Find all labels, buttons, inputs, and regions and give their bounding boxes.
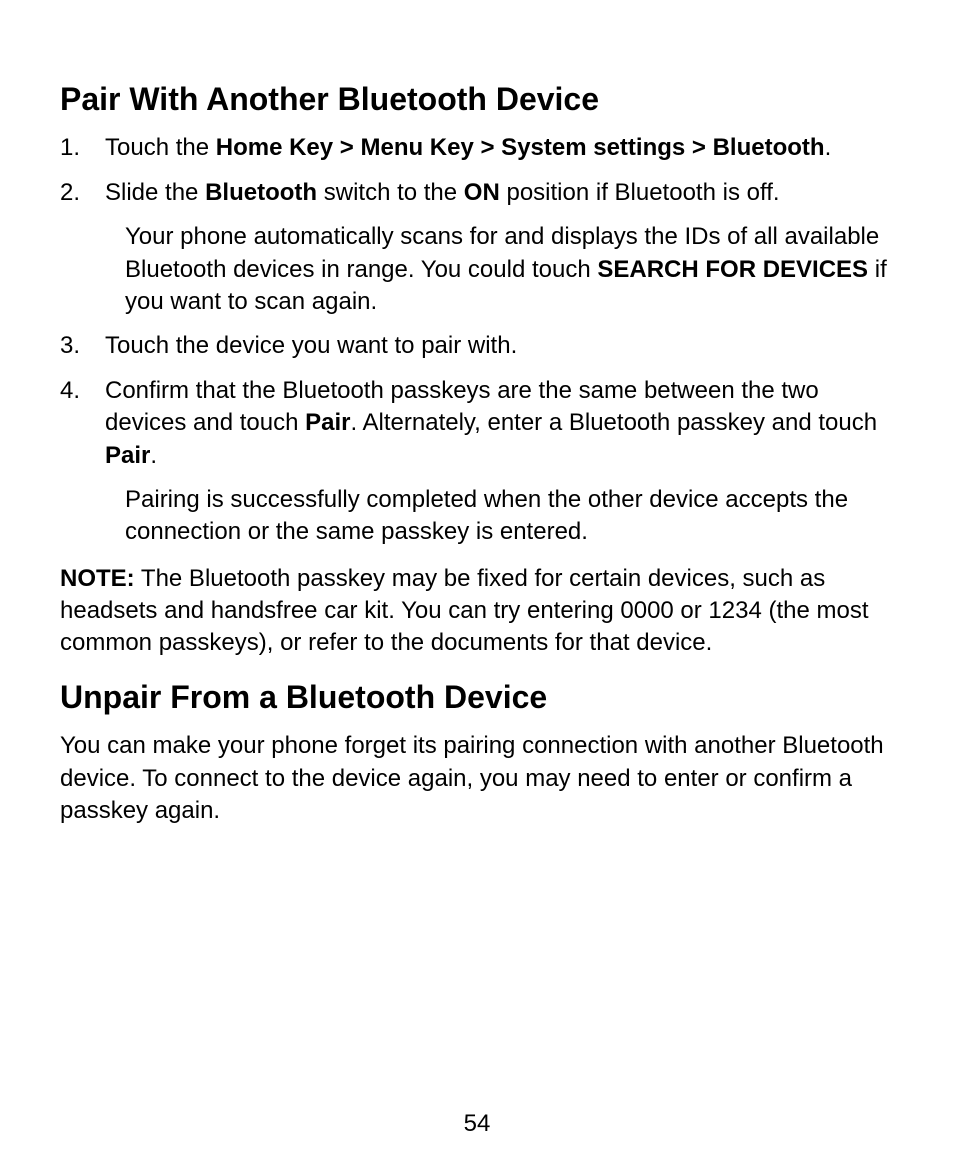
step-marker: 3. — [60, 330, 105, 362]
step-marker: 1. — [60, 132, 105, 164]
document-page: Pair With Another Bluetooth Device 1. To… — [0, 0, 954, 1168]
step-main-text: Confirm that the Bluetooth passkeys are … — [105, 377, 877, 469]
pair-step-3: 3. Touch the device you want to pair wit… — [60, 330, 894, 362]
step-sub-text: Your phone automatically scans for and d… — [125, 221, 894, 318]
pair-steps-list: 1. Touch the Home Key > Menu Key > Syste… — [60, 132, 894, 548]
pair-step-4: 4. Confirm that the Bluetooth passkeys a… — [60, 375, 894, 549]
step-marker: 4. — [60, 375, 105, 549]
unpair-intro: You can make your phone forget its pairi… — [60, 730, 894, 827]
heading-pair: Pair With Another Bluetooth Device — [60, 80, 894, 118]
step-content: Touch the Home Key > Menu Key > System s… — [105, 132, 894, 164]
pair-step-1: 1. Touch the Home Key > Menu Key > Syste… — [60, 132, 894, 164]
page-number: 54 — [0, 1110, 954, 1138]
step-content: Slide the Bluetooth switch to the ON pos… — [105, 177, 894, 319]
step-sub-text: Pairing is successfully completed when t… — [125, 484, 894, 549]
step-content: Confirm that the Bluetooth passkeys are … — [105, 375, 894, 549]
pair-step-2: 2. Slide the Bluetooth switch to the ON … — [60, 177, 894, 319]
step-main-text: Slide the Bluetooth switch to the ON pos… — [105, 179, 780, 206]
step-marker: 2. — [60, 177, 105, 319]
step-content: Touch the device you want to pair with. — [105, 330, 894, 362]
heading-unpair: Unpair From a Bluetooth Device — [60, 678, 894, 716]
note-paragraph: NOTE: The Bluetooth passkey may be fixed… — [60, 563, 894, 660]
